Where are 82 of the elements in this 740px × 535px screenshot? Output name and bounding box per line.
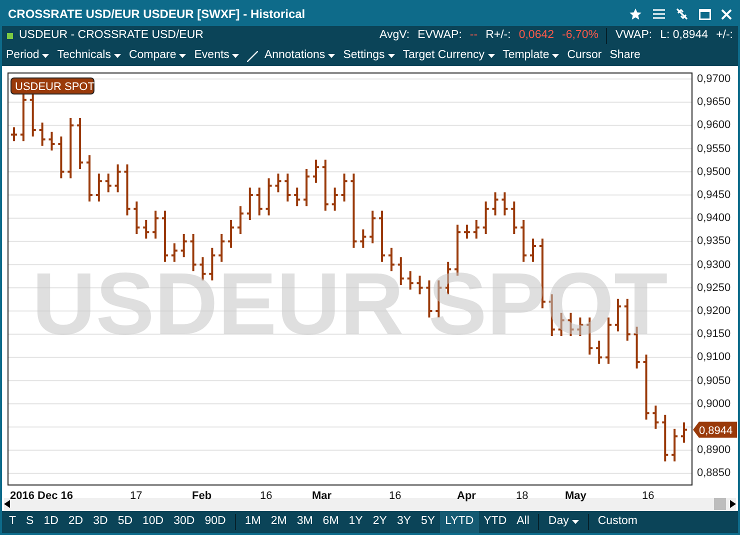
menu-item[interactable]: Technicals [57, 47, 121, 65]
axis-label: 0,8900 [697, 444, 731, 456]
window-title: CROSSRATE USD/EUR USDEUR [SWXF] - Historical [8, 6, 306, 23]
axis-label: 0,9050 [697, 374, 731, 387]
range-button[interactable]: 2M [266, 511, 292, 533]
menu-item[interactable]: Settings [343, 47, 395, 65]
axis-label: 16 [642, 490, 654, 503]
menu-item[interactable]: Annotations [247, 47, 336, 65]
menu-item[interactable]: Period [6, 47, 50, 65]
axis-label: 0,9200 [697, 305, 731, 317]
axis-label: 0,9500 [697, 166, 731, 178]
last-price-badge: 0,8944 [693, 422, 737, 438]
axis-label: 0,9100 [697, 351, 731, 364]
range-button[interactable]: 90D [200, 511, 231, 533]
range-button[interactable]: Day [543, 511, 584, 533]
stat-value: -6,70% [562, 28, 598, 44]
status-indicator [7, 33, 13, 39]
stat-label: VWAP: [615, 28, 652, 44]
menu-item[interactable]: Share [610, 47, 640, 65]
scroll-left-icon[interactable] [4, 500, 10, 508]
range-button[interactable]: 10D [138, 511, 169, 533]
axis-label: 0,9700 [697, 73, 731, 85]
axis-label: May [565, 490, 586, 503]
range-button[interactable]: 6M [318, 511, 344, 533]
range-button[interactable]: 3Y [392, 511, 416, 533]
menu-item[interactable]: Target Currency [402, 47, 495, 65]
scroll-right-icon[interactable] [730, 500, 736, 508]
axis-label: 0,9450 [697, 189, 731, 201]
menu-item[interactable]: Cursor [567, 47, 602, 65]
range-button[interactable]: 3M [292, 511, 318, 533]
range-button[interactable]: 2D [63, 511, 88, 533]
axis-label: 0,9650 [697, 96, 731, 108]
stat-value: -- [470, 28, 478, 44]
range-button[interactable]: LYTD [440, 511, 479, 533]
range-button[interactable]: All [512, 511, 534, 533]
axis-label: 0,9400 [697, 212, 731, 224]
unlink-icon[interactable] [676, 8, 688, 20]
menu-item[interactable]: Compare [128, 47, 186, 65]
range-button[interactable]: 30D [168, 511, 200, 533]
scroll-thumb[interactable] [714, 498, 726, 510]
axis-label: 16 [389, 490, 402, 503]
axis-label: 0,9300 [697, 258, 731, 271]
range-button[interactable]: Custom [592, 511, 642, 533]
range-button[interactable]: T [4, 511, 22, 533]
stat-label: EVWAP: [418, 28, 462, 44]
range-button[interactable]: 3D [88, 511, 113, 533]
menu-icon[interactable] [653, 9, 665, 19]
axis-label: 0,8850 [697, 467, 731, 480]
axis-label: Apr [457, 490, 476, 503]
axis-label: 0,9350 [697, 235, 731, 248]
range-button[interactable]: 2Y [368, 511, 392, 533]
stat-label: R+/-: [486, 28, 511, 44]
line-icon [247, 50, 258, 62]
stat-label: L: 0,8944 [660, 28, 708, 44]
axis-label: 0,9550 [697, 142, 731, 155]
range-button[interactable]: 1D [38, 511, 64, 533]
close-icon[interactable] [721, 8, 732, 20]
menu-item[interactable]: Events [194, 47, 240, 65]
stat-label: +/-: [716, 28, 733, 44]
legend-badge: USDEUR SPOT [10, 78, 94, 94]
range-button[interactable]: YTD [478, 511, 512, 533]
axis-label: 0,9250 [697, 282, 731, 294]
axis-label: Feb [192, 490, 212, 503]
axis-label: 16 [260, 490, 272, 503]
axis-label: 17 [130, 490, 142, 503]
instrument-name: USDEUR - CROSSRATE USD/EUR [19, 28, 204, 44]
star-icon[interactable] [629, 8, 642, 20]
axis-label: 0,9000 [697, 398, 731, 410]
range-button[interactable]: 1Y [344, 511, 368, 533]
range-button[interactable]: 5Y [416, 511, 440, 533]
axis-label: 18 [516, 490, 528, 503]
maximize-icon[interactable] [699, 8, 711, 20]
axis-label: Mar [312, 490, 332, 503]
stat-label: AvgV: [380, 28, 410, 44]
range-button[interactable]: S [21, 511, 39, 533]
range-button[interactable]: 1M [240, 511, 266, 533]
axis-label: 0,9150 [697, 328, 731, 340]
menu-item[interactable]: Template [502, 47, 560, 65]
stat-value: 0,0642 [518, 28, 554, 44]
range-button[interactable]: 5D [112, 511, 138, 533]
axis-label: 2016 Dec 16 [10, 490, 73, 503]
axis-label: 0,9600 [697, 119, 731, 132]
